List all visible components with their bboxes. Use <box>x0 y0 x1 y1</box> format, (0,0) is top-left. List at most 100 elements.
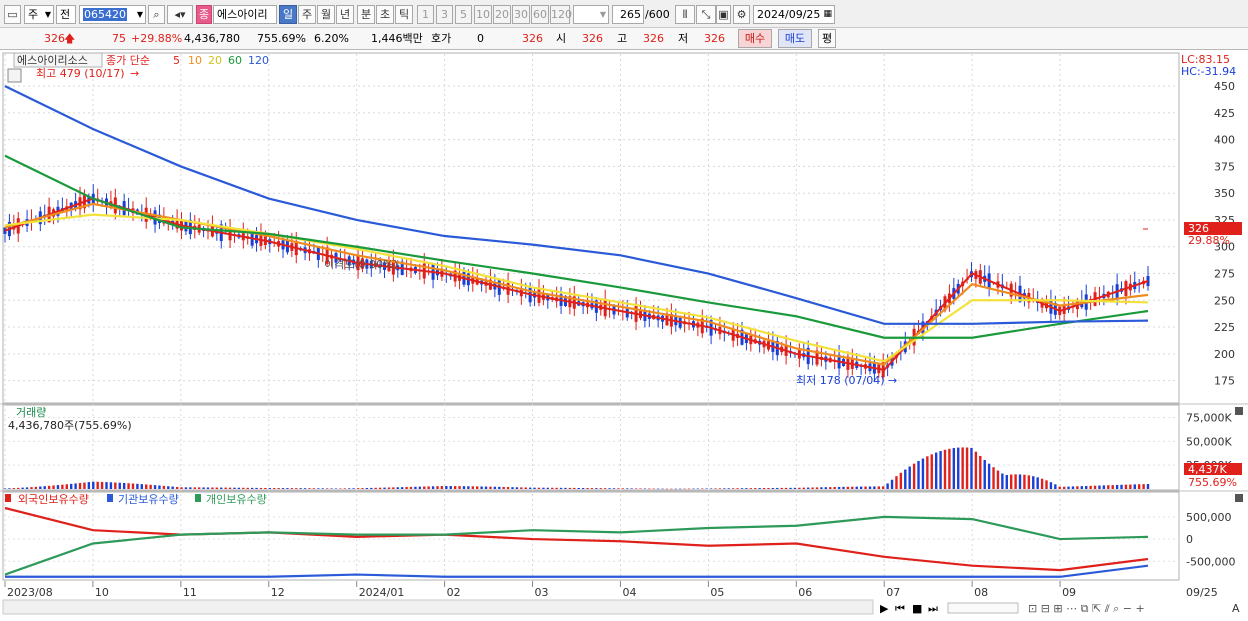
text-size-icon[interactable]: A <box>1232 602 1240 615</box>
volume-bar <box>1045 480 1048 489</box>
hoga-label: 호가 <box>431 32 452 45</box>
interval-week[interactable]: 주 <box>298 5 316 24</box>
minute-5[interactable]: 5 <box>455 5 472 24</box>
volume-bar <box>184 487 188 489</box>
date-input[interactable]: 2024/09/25 ▦ <box>753 5 835 24</box>
minute-120[interactable]: 120 <box>550 5 572 24</box>
x-tick-label: 2024/01 <box>359 586 405 599</box>
volume-bar <box>564 487 567 489</box>
volume-bar <box>679 488 682 490</box>
chart-menu-icon[interactable]: ▭ <box>4 5 21 24</box>
volume-bar <box>939 451 942 489</box>
stock-code-input[interactable]: 065420 ▼ <box>79 5 146 24</box>
count-input[interactable]: 265 <box>612 5 644 24</box>
volume-bar <box>1137 484 1141 489</box>
volume-bar <box>158 485 161 489</box>
price-tick-label: 400 <box>1214 134 1235 147</box>
custom-minute-select[interactable]: ▼ <box>573 5 609 24</box>
window-tool-icons[interactable]: ⊡ ⊟ ⊞ ⋯ ⧉ ⇱ ⫽ ⌕ − + <box>1028 602 1145 615</box>
volume-bar <box>409 486 413 489</box>
volume-bar <box>1018 474 1022 489</box>
volume-bar <box>736 488 739 489</box>
legend-ma-20: 20 <box>208 54 222 67</box>
volume-bar <box>568 487 572 489</box>
interval-day[interactable]: 일 <box>279 5 297 24</box>
eval-button[interactable]: 평 <box>818 29 836 48</box>
price-tick-label: 375 <box>1214 160 1235 173</box>
volume-current-tag-text: 4,437K <box>1188 463 1227 476</box>
sell-button[interactable]: 매도 <box>778 29 812 48</box>
search-icon[interactable]: ⌕ <box>148 5 165 24</box>
save-icon[interactable]: ▣ <box>716 5 731 24</box>
volume-bar <box>904 469 907 489</box>
volume-bar <box>573 487 576 489</box>
volume-bar <box>140 484 144 489</box>
volume-bar <box>952 448 956 489</box>
volume-bar <box>423 486 426 489</box>
chart-scrollbar[interactable] <box>2 599 874 615</box>
volume-title: 거래량 <box>16 406 46 419</box>
volume-bar <box>246 487 249 489</box>
first-page-icon[interactable]: ⏮ <box>895 602 905 615</box>
stop-icon[interactable]: ■ <box>912 602 922 615</box>
minute-10[interactable]: 10 <box>474 5 492 24</box>
last-page-icon[interactable]: ⏭ <box>928 602 938 615</box>
volume-bar <box>868 486 872 489</box>
volume-bar <box>1146 484 1150 489</box>
count-max: /600 <box>645 8 670 21</box>
holder-tick-label: -500,000 <box>1186 555 1235 568</box>
minute-3[interactable]: 3 <box>436 5 453 24</box>
sound-icon[interactable]: ◂▾ <box>167 5 193 24</box>
line-tool-icon[interactable]: ⤡ <box>696 5 716 24</box>
minute-1[interactable]: 1 <box>417 5 434 24</box>
volume-bar <box>471 486 474 489</box>
interval-year[interactable]: 년 <box>336 5 354 24</box>
volume-bar <box>996 470 1000 489</box>
volume-bar <box>709 488 713 489</box>
minute-30[interactable]: 30 <box>512 5 530 24</box>
buy-button[interactable]: 매수 <box>738 29 772 48</box>
toolbar: ▭ 주 ▼ 전 065420 ▼ ⌕ ◂▾ 종 에스아이리 일 주 월 년 분 초 … <box>0 0 1248 28</box>
minute-20[interactable]: 20 <box>493 5 511 24</box>
volume-bar <box>754 488 757 489</box>
open-label: 시 <box>556 32 567 45</box>
volume-value: 4,436,780 <box>184 32 240 45</box>
disparity-annotation: 이격도(0.00%) <box>324 258 398 271</box>
volume-pct: 755.69% <box>257 32 306 45</box>
x-tick-label: 07 <box>886 586 900 599</box>
prev-button[interactable]: 전 <box>56 5 76 24</box>
volume-bar <box>528 487 532 489</box>
volume-bar <box>109 482 113 489</box>
price-tick-label: 350 <box>1214 187 1235 200</box>
chart-area[interactable]: 175200225250275300325350375400425450 25,… <box>0 50 1248 621</box>
minute-60[interactable]: 60 <box>531 5 549 24</box>
candle-type-icon[interactable]: ⫴ <box>675 5 695 24</box>
x-tick-label: 12 <box>271 586 285 599</box>
volume-bar <box>789 487 792 489</box>
settings-icon[interactable]: ⚙ <box>733 5 750 24</box>
interval-tick[interactable]: 틱 <box>395 5 413 24</box>
volume-bar <box>802 487 805 489</box>
volume-bar <box>286 488 289 489</box>
holder-pane-close-icon[interactable] <box>1235 494 1243 502</box>
scroll-next-icon[interactable]: ▶ <box>880 602 889 615</box>
table-toggle-icon[interactable] <box>7 68 22 83</box>
interval-minute[interactable]: 분 <box>357 5 375 24</box>
volume-pane-close-icon[interactable] <box>1235 407 1243 415</box>
volume-bar <box>727 488 730 489</box>
volume-bar <box>634 488 638 489</box>
volume-bar <box>43 486 46 489</box>
zoom-slider[interactable] <box>947 602 1019 614</box>
volume-bar <box>153 485 157 489</box>
volume-bar <box>255 487 258 489</box>
stock-chart[interactable]: 175200225250275300325350375400425450 25,… <box>0 50 1248 621</box>
interval-month[interactable]: 월 <box>317 5 335 24</box>
volume-bar <box>1115 484 1119 489</box>
volume-bar <box>599 488 602 489</box>
volume-bar <box>374 487 377 489</box>
volume-bar <box>1111 485 1114 489</box>
interval-second[interactable]: 초 <box>376 5 394 24</box>
calendar-icon[interactable]: ▦ <box>823 6 832 23</box>
period-type-select[interactable]: 주 ▼ <box>24 5 54 24</box>
volume-bar <box>533 487 536 489</box>
